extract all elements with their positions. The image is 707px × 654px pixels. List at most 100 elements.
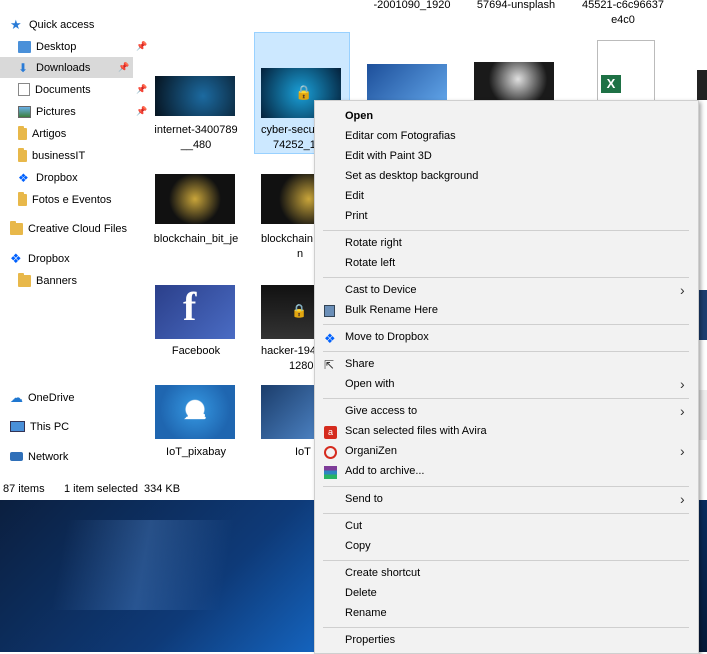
menu-item-properties[interactable]: Properties [315,631,698,651]
menu-separator [323,230,689,231]
dropbox-icon: ❖ [324,331,336,346]
file-thumbnail[interactable] [697,70,707,100]
menu-item-edit[interactable]: Edit [315,187,698,207]
menu-item-delete[interactable]: Delete [315,584,698,604]
documents-icon [18,83,30,96]
pin-icon: 📌 [136,41,148,51]
winrar-archive-icon [324,466,337,479]
pin-icon: 📌 [118,62,130,72]
menu-item-editar-com-fotografias[interactable]: Editar com Fotografias [315,127,698,147]
nav-item-fotos[interactable]: Fotos e Eventos [18,189,112,210]
desktop-folder-icon [18,40,31,53]
menu-item-scan-avira[interactable]: a Scan selected files with Avira [315,422,698,442]
context-menu: Open Editar com Fotografias Edit with Pa… [314,100,699,654]
nav-item-businessit[interactable]: businessIT [18,145,85,166]
file-caption: blockchain [261,233,313,245]
menu-item-give-access[interactable]: Give access to › [315,402,698,422]
chevron-right-icon: › [680,403,685,419]
nav-item-desktop[interactable]: Desktop 📌 [18,36,147,57]
file-thumbnail[interactable] [474,62,554,100]
bulk-rename-icon [324,305,335,317]
file-thumbnail[interactable] [155,76,235,116]
nav-item-documents[interactable]: Documents 📌 [18,79,147,100]
nav-network[interactable]: Network [10,446,68,467]
creative-cloud-folder-icon [10,220,23,235]
avira-icon: a [324,426,337,439]
menu-item-share[interactable]: ⇱ Share [315,355,698,375]
nav-banners[interactable]: Banners [18,270,77,291]
menu-item-copy[interactable]: Copy [315,537,698,557]
nav-item-artigos[interactable]: Artigos [18,123,66,144]
menu-item-cast-to-device[interactable]: Cast to Device › [315,281,698,301]
menu-item-move-to-dropbox[interactable]: ❖ Move to Dropbox [315,328,698,348]
nav-dropbox[interactable]: ❖ Dropbox [10,248,70,269]
excel-file-icon[interactable]: X [597,40,655,102]
menu-item-open-with[interactable]: Open with › [315,375,698,395]
menu-item-print[interactable]: Print [315,207,698,227]
pin-icon: 📌 [136,84,148,94]
nav-item-pictures[interactable]: Pictures 📌 [18,101,147,122]
file-thumbnail[interactable] [367,64,447,100]
menu-separator [323,560,689,561]
pin-icon: 📌 [136,106,148,116]
cloud-icon: ☁ [183,398,207,425]
wallpaper-light-beam [0,520,320,610]
menu-separator [323,324,689,325]
file-caption: Facebook [171,345,221,357]
menu-item-cut[interactable]: Cut [315,517,698,537]
file-thumbnail[interactable]: 🔒 [261,285,314,339]
menu-item-rotate-left[interactable]: Rotate left [315,254,698,274]
file-caption: __480 [180,139,212,151]
chevron-right-icon: › [680,282,685,298]
menu-item-edit-paint3d[interactable]: Edit with Paint 3D [315,147,698,167]
organizen-icon [324,446,337,459]
lock-icon: 🔒 [295,84,313,100]
nav-quick-access[interactable]: ★ Quick access [10,14,94,35]
menu-item-rename[interactable]: Rename [315,604,698,624]
menu-item-open[interactable]: Open [315,107,698,127]
menu-item-rotate-right[interactable]: Rotate right [315,234,698,254]
menu-item-organizen[interactable]: OrganiZen › [315,442,698,462]
menu-item-bulk-rename[interactable]: Bulk Rename Here [315,301,698,321]
file-thumbnail[interactable]: f [155,284,235,339]
pictures-icon [18,105,31,118]
file-caption: IoT_pixabay [166,446,226,458]
navigation-pane: ★ Quick access Desktop 📌 ⬇ Downloads 📌 D… [0,0,147,480]
selection-size: 334 KB [144,483,181,495]
dropbox-folder-icon: ❖ [18,170,29,185]
menu-separator [323,277,689,278]
file-thumbnail[interactable] [261,385,314,439]
menu-item-add-to-archive[interactable]: Add to archive... [315,462,698,482]
selection-count: 1 item selected [64,483,138,495]
nav-item-downloads[interactable]: ⬇ Downloads 📌 [0,57,133,78]
nav-onedrive[interactable]: ☁ OneDrive [10,387,74,408]
folder-icon [18,272,31,287]
dropbox-icon: ❖ [10,250,22,266]
excel-x-icon: X [601,75,621,93]
nav-item-dropbox-qa[interactable]: ❖ Dropbox [18,167,78,188]
file-thumbnail[interactable]: ☁ [155,385,235,439]
folder-icon [18,125,27,140]
download-folder-icon: ⬇ [18,60,29,75]
file-caption: 57694-unsplash [476,0,556,11]
menu-item-send-to[interactable]: Send to › [315,490,698,510]
menu-separator [323,513,689,514]
network-icon [10,452,23,461]
facebook-logo-icon: f [183,284,197,329]
file-thumbnail[interactable] [155,174,235,224]
menu-item-set-desktop-background[interactable]: Set as desktop background [315,167,698,187]
star-icon: ★ [10,16,22,32]
menu-separator [323,351,689,352]
chevron-right-icon: › [680,491,685,507]
share-icon: ⇱ [324,358,335,372]
file-caption: internet-3400789 [154,124,238,136]
file-thumbnail[interactable] [261,174,314,224]
menu-item-create-shortcut[interactable]: Create shortcut [315,564,698,584]
nav-creative-cloud[interactable]: Creative Cloud Files [10,218,127,239]
chevron-right-icon: › [680,376,685,392]
menu-separator [323,486,689,487]
computer-icon [10,421,25,432]
chevron-right-icon: › [680,443,685,459]
nav-this-pc[interactable]: This PC [10,416,69,437]
menu-separator [323,627,689,628]
